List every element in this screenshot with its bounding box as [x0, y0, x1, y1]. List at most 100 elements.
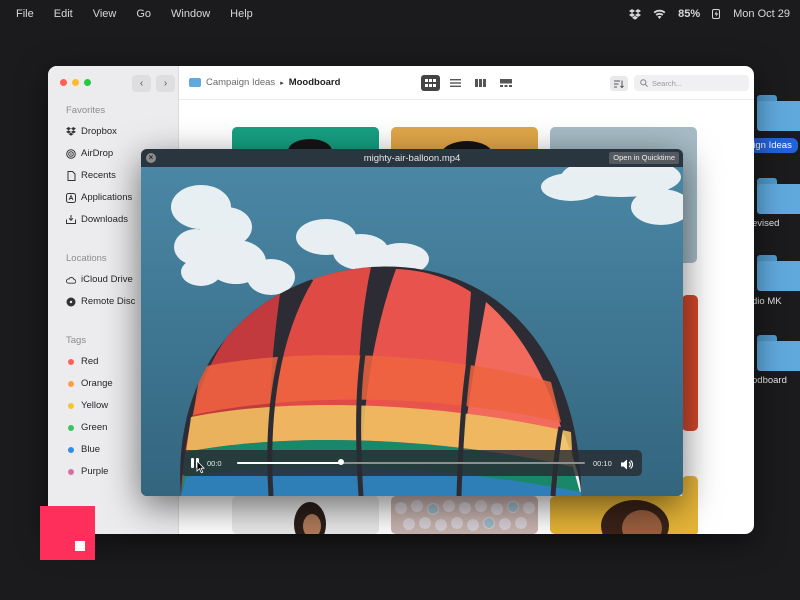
close-window-button[interactable]	[60, 79, 67, 86]
thumbnail-image[interactable]	[391, 496, 538, 534]
menu-window[interactable]: Window	[171, 8, 210, 20]
folder-icon	[189, 78, 201, 87]
grid-icon	[425, 79, 436, 87]
air-balloon-video-frame[interactable]	[141, 167, 683, 496]
thumbnail-image[interactable]	[682, 295, 698, 431]
sidebar-tag-blue[interactable]: Blue	[66, 444, 100, 455]
menu-go[interactable]: Go	[136, 8, 151, 20]
icon-view-button[interactable]	[421, 75, 440, 91]
sidebar-tag-green[interactable]: Green	[66, 422, 107, 433]
progress-slider[interactable]	[237, 459, 585, 465]
search-field	[634, 75, 749, 91]
sidebar-item-label: Downloads	[81, 214, 128, 225]
view-mode-switcher	[421, 75, 515, 91]
column-view-button[interactable]	[471, 75, 490, 91]
woman-portrait-icon	[601, 500, 669, 534]
progress-handle[interactable]	[338, 459, 345, 465]
volume-button[interactable]	[621, 457, 634, 475]
sort-button[interactable]	[610, 76, 628, 91]
desktop-folder-icon[interactable]	[757, 95, 800, 131]
window-controls	[60, 79, 91, 86]
mouse-pointer-icon	[196, 460, 205, 474]
desktop-folder-icon[interactable]	[757, 255, 800, 291]
player-title-bar: × mighty-air-balloon.mp4 Open in Quickti…	[141, 149, 683, 167]
sidebar-item-remote-disc[interactable]: Remote Disc	[66, 296, 135, 307]
desktop-folder-icon[interactable]	[757, 335, 800, 371]
list-view-button[interactable]	[446, 75, 465, 91]
sidebar-tag-yellow[interactable]: Yellow	[66, 400, 108, 411]
gallery-view-button[interactable]	[496, 75, 515, 91]
sidebar-tag-red[interactable]: Red	[66, 356, 98, 367]
video-filename: mighty-air-balloon.mp4	[363, 152, 461, 164]
menu-help[interactable]: Help	[230, 8, 253, 20]
eggs-pattern-icon	[395, 500, 535, 531]
brand-logo	[40, 506, 95, 560]
airdrop-icon	[66, 148, 76, 159]
pause-icon	[191, 458, 194, 468]
breadcrumb-parent[interactable]: Campaign Ideas	[206, 77, 275, 88]
sidebar-section-locations: Locations	[66, 253, 107, 264]
total-duration: 00:10	[593, 459, 612, 468]
forward-button[interactable]: ›	[156, 75, 175, 92]
playback-controls: 00:0 00:10	[181, 450, 642, 476]
sidebar-item-label: Orange	[81, 378, 113, 389]
navigation-buttons: ‹ ›	[132, 75, 175, 92]
sidebar-item-label: Green	[81, 422, 108, 433]
gallery-icon	[499, 79, 512, 87]
sidebar-item-label: Red	[81, 356, 99, 367]
thumbnail-image[interactable]	[550, 496, 697, 534]
minimize-window-button[interactable]	[72, 79, 79, 86]
battery-percent: 85%	[678, 8, 701, 20]
sort-icon	[614, 80, 624, 88]
menu-edit[interactable]: Edit	[54, 8, 73, 20]
sidebar-item-label: Yellow	[81, 400, 109, 411]
breadcrumb-current[interactable]: Moodboard	[289, 77, 341, 88]
menu-view[interactable]: View	[93, 8, 117, 20]
desktop-folder-icon[interactable]	[757, 178, 800, 214]
battery-charging-icon[interactable]	[712, 9, 721, 19]
dropbox-icon[interactable]	[629, 8, 642, 20]
current-time: 00:0	[207, 459, 222, 468]
sidebar-item-applications[interactable]: Applications	[66, 192, 132, 203]
search-input[interactable]	[652, 78, 742, 88]
tag-dot-icon	[68, 424, 74, 431]
sidebar-item-label: Blue	[81, 444, 101, 455]
desktop-folder-label[interactable]: evised	[752, 218, 779, 229]
back-button[interactable]: ‹	[132, 75, 151, 92]
sidebar-item-label: Recents	[81, 170, 116, 181]
sidebar-item-dropbox[interactable]: Dropbox	[66, 126, 117, 137]
sidebar-item-label: Remote Disc	[81, 296, 136, 307]
sidebar-item-icloud-drive[interactable]: iCloud Drive	[66, 274, 133, 285]
close-icon: ×	[148, 153, 154, 162]
sidebar-tag-purple[interactable]: Purple	[66, 466, 108, 477]
search-icon	[640, 79, 648, 87]
progress-fill	[237, 462, 342, 464]
sidebar-item-airdrop[interactable]: AirDrop	[66, 148, 113, 159]
close-player-button[interactable]: ×	[146, 153, 156, 163]
zoom-window-button[interactable]	[84, 79, 91, 86]
tag-dot-icon	[68, 446, 74, 453]
open-in-quicktime-button[interactable]: Open in Quicktime	[609, 152, 679, 164]
sidebar-item-downloads[interactable]: Downloads	[66, 214, 128, 225]
thumbnail-image[interactable]	[232, 496, 379, 534]
sidebar-item-label: Dropbox	[81, 126, 117, 137]
menu-file[interactable]: File	[16, 8, 34, 20]
cloud-icon	[66, 275, 76, 285]
wifi-icon[interactable]	[653, 9, 666, 19]
disc-icon	[66, 297, 76, 307]
tag-dot-icon	[68, 380, 74, 387]
finder-toolbar: Campaign Ideas ▸ Moodboard	[179, 66, 754, 100]
chevron-right-icon: ▸	[280, 79, 284, 87]
sidebar-section-tags: Tags	[66, 335, 87, 346]
columns-icon	[475, 79, 486, 87]
sidebar-section-favorites: Favorites	[66, 105, 106, 116]
tag-dot-icon	[68, 402, 74, 409]
clock[interactable]: Mon Oct 29	[733, 8, 790, 20]
desktop-folder-label[interactable]: dio MK	[752, 296, 782, 307]
sidebar-tag-orange[interactable]: Orange	[66, 378, 113, 389]
downloads-tray-icon	[66, 215, 76, 225]
sidebar-item-recents[interactable]: Recents	[66, 170, 116, 181]
sidebar-item-label: iCloud Drive	[81, 274, 133, 285]
quick-look-player: × mighty-air-balloon.mp4 Open in Quickti…	[141, 149, 683, 496]
desktop-folder-label[interactable]: odboard	[752, 375, 787, 386]
